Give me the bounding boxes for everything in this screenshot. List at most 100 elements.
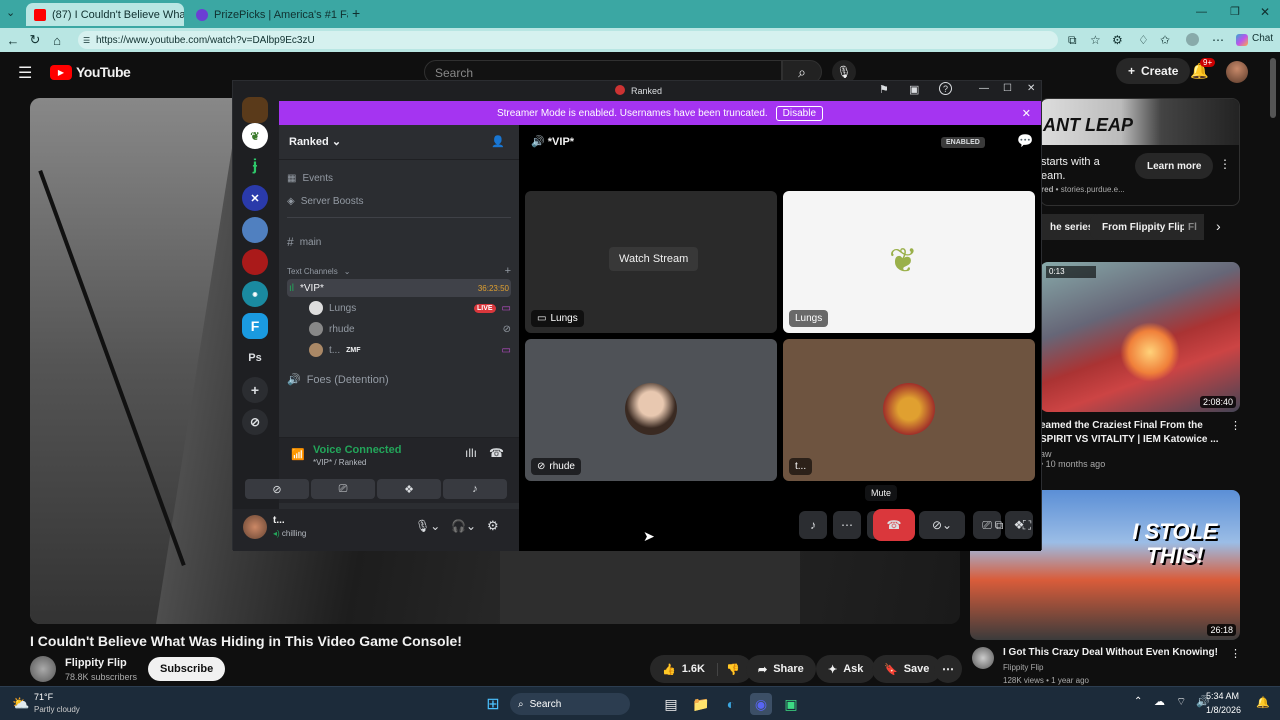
help-icon[interactable]: ? [939,82,952,95]
sidebar-icon[interactable]: ♢ [1138,33,1149,47]
chip-fl[interactable]: Fl [1184,214,1204,240]
user-name[interactable]: t... [273,515,285,526]
wifi-icon[interactable]: ⌔ [1176,695,1186,709]
more-actions-button[interactable]: ⋯ [934,655,962,683]
server-x-icon[interactable]: ✕ [242,185,268,211]
discover-icon[interactable]: ⊘ [242,409,268,435]
like-button[interactable]: 👍 1.6K 👎 [650,655,752,683]
file-explorer-icon[interactable]: 📁 [690,693,712,715]
server-j-icon[interactable]: ɉ [242,153,268,179]
watch-stream-button[interactable]: Watch Stream [609,247,699,271]
maximize-window-icon[interactable]: ❐ [1230,5,1240,18]
notifications-icon[interactable]: 🔔 [1256,696,1270,709]
profile-avatar[interactable] [1186,33,1199,46]
onedrive-icon[interactable]: ☁ [1154,695,1165,708]
taskbar-search[interactable]: ⌕ Search [510,693,630,715]
chat-bubble-icon[interactable]: 💬 [1017,133,1033,149]
channel-avatar[interactable] [972,647,994,669]
server-icon[interactable] [242,97,268,123]
activities-button[interactable]: ❖ [377,479,441,499]
disconnect-icon[interactable]: ☎ [489,446,504,460]
home-icon[interactable]: ⌂ [46,33,68,48]
invite-icon[interactable]: 👤 [491,135,505,148]
stream-tile-lungs[interactable]: Watch Stream ▭ Lungs [525,191,777,333]
server-teal-icon[interactable]: ◉ [242,281,268,307]
camera-tile-rhude[interactable]: ⊘ rhude [525,339,777,481]
voice-member[interactable]: rhude ⊘ [309,322,511,336]
recommendation-channel[interactable]: Flippity Flip [1003,663,1043,672]
fullscreen-button[interactable]: ⛶ [1013,511,1041,539]
extensions-icon[interactable]: ⚙ [1112,33,1123,47]
reload-icon[interactable]: ↻ [24,32,46,48]
voice-status[interactable]: Voice Connected [313,444,401,456]
clock-date[interactable]: 1/8/2026 [1206,705,1241,715]
weather-temp[interactable]: 71°F [34,692,53,702]
voice-channel-foes[interactable]: 🔊 Foes (Detention) [287,373,511,387]
show-hidden-icons[interactable]: ⌃ [1134,696,1142,707]
app-icon[interactable]: ▣ [780,693,802,715]
server-ps-icon[interactable]: Ps [242,345,268,371]
account-avatar[interactable] [1226,61,1248,83]
menu-icon[interactable]: ☰ [18,63,32,83]
share-screen-button[interactable]: ⎚ [311,479,375,499]
close-window-icon[interactable]: ✕ [1260,5,1270,19]
thumbs-down-icon[interactable]: 👎 [716,662,740,676]
camera-tile-t[interactable]: t... [783,339,1035,481]
category-text-channels[interactable]: Text Channels ⌄ + [287,265,511,277]
channel-main[interactable]: # main [287,235,511,249]
server-lungs-icon[interactable]: ❦ [242,123,268,149]
server-avatar-icon[interactable] [242,217,268,243]
read-aloud-icon[interactable]: ⧉ [1068,33,1077,48]
tab-youtube[interactable]: (87) I Couldn't Believe What W ✕ [26,3,184,26]
soundboard-button[interactable]: ♪ [799,511,827,539]
recommendation-title[interactable]: I Got This Crazy Deal Without Even Knowi… [1003,647,1218,658]
minimize-window-icon[interactable]: — [1196,6,1207,18]
screen-icon[interactable]: ▣ [909,83,919,96]
favorites-bar-icon[interactable]: ✩ [1160,33,1170,47]
back-icon[interactable]: ← [2,33,24,48]
start-button[interactable]: ⊞ [482,693,504,715]
server-red-icon[interactable] [242,249,268,275]
discord-maximize-icon[interactable]: ☐ [1003,83,1012,94]
discord-close-icon[interactable]: ✕ [1027,83,1035,94]
learn-more-button[interactable]: Learn more [1135,153,1214,179]
copilot-icon[interactable] [1236,34,1248,46]
ad-card[interactable]: ANT LEAP starts with a eam. red • storie… [1040,98,1240,206]
inbox-icon[interactable]: ⚑ [879,83,889,96]
channel-name[interactable]: Flippity Flip [65,657,127,669]
create-button[interactable]: + Create [1116,58,1191,84]
server-f-icon[interactable]: F [242,313,268,339]
pop-out-button[interactable]: ⧉ [985,511,1013,539]
noise-suppression-icon[interactable]: ıllı [465,446,477,460]
tab-list-icon[interactable]: ⌄ [6,6,15,19]
discord-minimize-icon[interactable]: — [979,83,989,94]
more-options-icon[interactable]: ⋯ [1212,33,1224,47]
voice-channel-vip[interactable]: ıl *VIP* 36:23:50 [287,279,511,297]
ad-more-icon[interactable]: ⋮ [1219,157,1231,171]
headphones-icon[interactable]: 🎧⌄ [451,519,476,533]
clock-time[interactable]: 5:34 AM [1206,691,1239,701]
edge-icon[interactable]: ◐ [720,693,742,715]
weather-icon[interactable]: ⛅ [12,695,29,712]
server-boosts-item[interactable]: ◈ Server Boosts [287,196,511,207]
chat-label[interactable]: Chat [1252,33,1273,44]
events-item[interactable]: ▦ Events [287,173,511,184]
create-channel-icon[interactable]: + [505,265,511,277]
recommendation-thumbnail[interactable]: 0:13 2:08:40 [1040,262,1240,412]
chip-from-flippity-flip[interactable]: From Flippity Flip [1090,214,1198,240]
camera-tile-lungs[interactable]: ❦ Lungs [783,191,1035,333]
disable-button[interactable]: Disable [775,105,824,121]
voice-member[interactable]: Lungs LIVE ▭ [309,301,511,315]
toggle-camera-button[interactable]: ⊘ [245,479,309,499]
task-view-icon[interactable]: ▤ [660,693,682,715]
more-options-button[interactable]: ⋯ [833,511,861,539]
page-scrollbar[interactable] [1270,58,1276,118]
address-bar[interactable]: ☰ https://www.youtube.com/watch?v=DAlbp9… [78,31,1058,49]
add-server-icon[interactable]: + [242,377,268,403]
recommendation-more-icon[interactable]: ⋮ [1230,419,1241,432]
disconnect-button[interactable]: ☎ [873,509,915,541]
voice-location[interactable]: *VIP* / Ranked [313,458,366,467]
camera-button[interactable]: ⊘⌄ [919,511,965,539]
chevron-right-icon[interactable]: › [1216,218,1221,234]
site-info-icon[interactable]: ☰ [83,36,90,45]
